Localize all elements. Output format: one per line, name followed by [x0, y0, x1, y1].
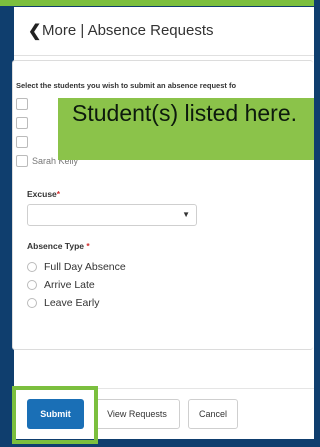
radio-button[interactable]	[27, 280, 37, 290]
cancel-button[interactable]: Cancel	[188, 399, 238, 429]
radio-button[interactable]	[27, 262, 37, 272]
excuse-select[interactable]: ▼	[27, 204, 197, 226]
absence-type-label: Absence Type *	[27, 241, 90, 251]
student-select-instruction: Select the students you wish to submit a…	[16, 81, 237, 90]
view-requests-button[interactable]: View Requests	[94, 399, 180, 429]
chevron-left-icon[interactable]: ❮	[28, 21, 41, 41]
submit-highlight-box	[12, 386, 98, 444]
absence-option-label: Leave Early	[44, 297, 100, 309]
radio-button[interactable]	[27, 298, 37, 308]
page-title: More | Absence Requests	[42, 22, 214, 39]
absence-option-label: Full Day Absence	[44, 261, 126, 273]
excuse-label: Excuse*	[27, 189, 61, 199]
student-checkbox[interactable]	[16, 155, 28, 167]
student-checkbox[interactable]	[16, 136, 28, 148]
page-header: ❮ More | Absence Requests	[14, 7, 314, 56]
student-checkbox[interactable]	[16, 98, 28, 110]
student-checkbox[interactable]	[16, 117, 28, 129]
annotation-callout: Student(s) listed here.	[58, 98, 314, 160]
absence-option-label: Arrive Late	[44, 279, 95, 291]
highlight-frame-top	[0, 0, 314, 6]
caret-down-icon: ▼	[182, 210, 190, 219]
